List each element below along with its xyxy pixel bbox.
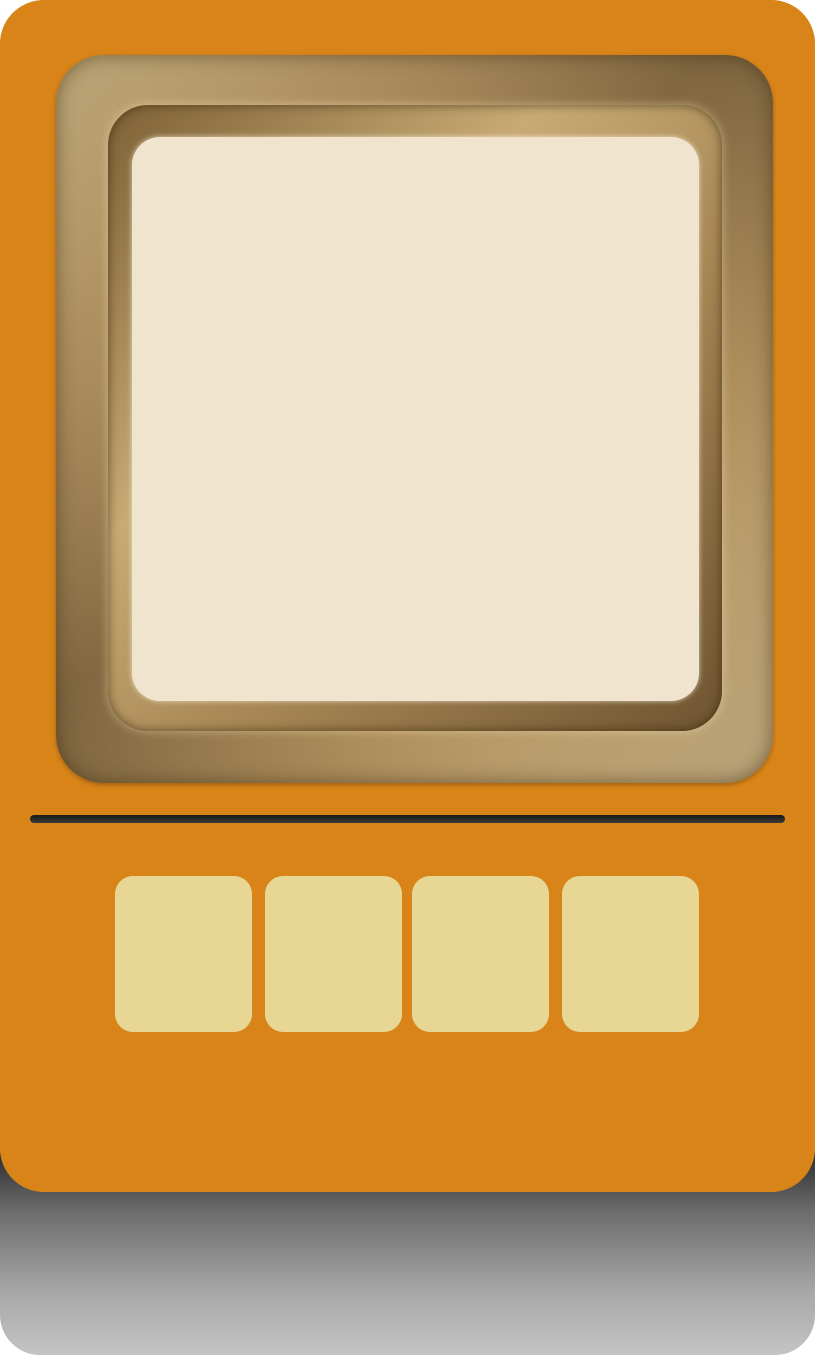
device-upper-body <box>0 0 815 815</box>
key-button-3[interactable] <box>412 876 549 1032</box>
device-illustration <box>0 0 815 1355</box>
key-button-1[interactable] <box>115 876 252 1032</box>
screen-bezel <box>56 55 773 783</box>
device-screen <box>132 137 699 701</box>
body-seam <box>30 815 785 823</box>
key-button-2[interactable] <box>265 876 402 1032</box>
key-button-4[interactable] <box>562 876 699 1032</box>
key-row <box>115 876 699 1032</box>
